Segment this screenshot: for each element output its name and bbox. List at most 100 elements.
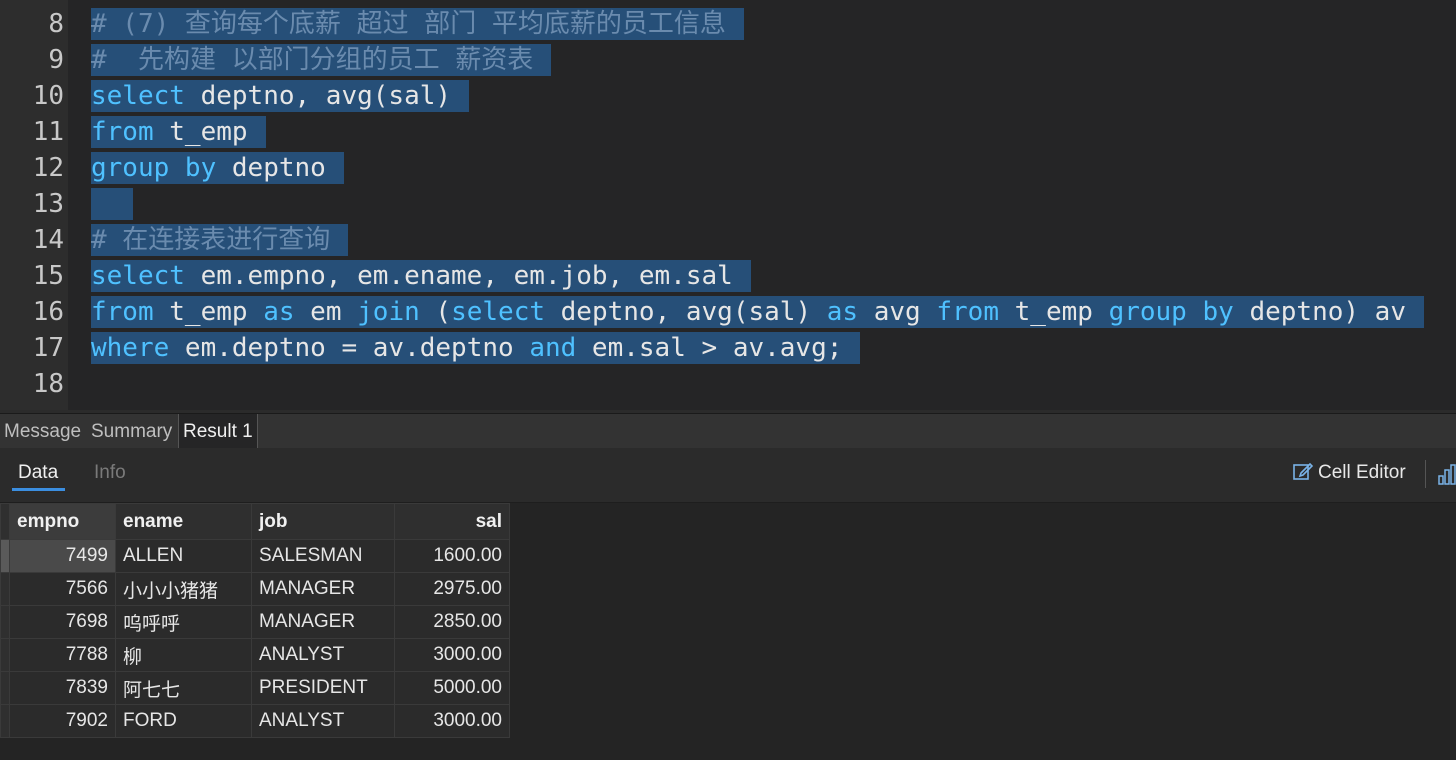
table-row[interactable]: 7499 ALLEN SALESMAN 1600.00 — [0, 539, 510, 573]
line-number: 11 — [32, 117, 64, 147]
row-selector[interactable] — [0, 539, 10, 573]
row-selector[interactable] — [0, 704, 10, 738]
code-text[interactable]: # (7) 查询每个底薪 超过 部门 平均底薪的员工信息 — [91, 8, 744, 40]
sql-editor[interactable]: 8 # (7) 查询每个底薪 超过 部门 平均底薪的员工信息 9 # 先构建 以部门分… — [0, 0, 1456, 410]
code-text[interactable]: from t_emp as em join (select deptno, av… — [91, 296, 1424, 328]
result-tabs: Message Summary Result 1 — [0, 413, 1456, 449]
cell-ename[interactable]: 呜呼呼 — [115, 605, 252, 639]
cell-ename[interactable]: FORD — [115, 704, 252, 738]
cell-ename[interactable]: 阿七七 — [115, 671, 252, 705]
cell-sal[interactable]: 3000.00 — [394, 704, 510, 738]
sql-token: deptno, avg(sal) — [545, 297, 827, 327]
sql-token: t_emp — [998, 297, 1109, 327]
column-header-job[interactable]: job — [251, 503, 395, 540]
cell-sal[interactable]: 5000.00 — [394, 671, 510, 705]
column-header-empno[interactable]: empno — [9, 503, 116, 540]
code-line[interactable]: 9 # 先构建 以部门分组的员工 薪资表 — [0, 42, 1456, 78]
row-selector[interactable] — [0, 605, 10, 639]
subtab-info[interactable]: Info — [94, 462, 126, 484]
cell-sal[interactable]: 1600.00 — [394, 539, 510, 573]
code-text[interactable]: from t_emp — [91, 116, 266, 148]
cell-job[interactable]: ANALYST — [251, 704, 395, 738]
code-line[interactable]: 13 — [0, 186, 1456, 222]
code-line[interactable]: 14 # 在连接表进行查询 — [0, 222, 1456, 258]
sql-comment: # (7) 查询每个底薪 超过 部门 平均底薪的员工信息 — [91, 9, 726, 39]
table-row[interactable]: 7698 呜呼呼 MANAGER 2850.00 — [0, 605, 510, 639]
code-line[interactable]: 16 from t_emp as em join (select deptno, … — [0, 294, 1456, 330]
cell-job[interactable]: PRESIDENT — [251, 671, 395, 705]
result-table: empno ename job sal 7499 ALLEN SALESMAN … — [0, 503, 510, 738]
tab-result-1[interactable]: Result 1 — [178, 414, 258, 449]
cell-ename[interactable]: ALLEN — [115, 539, 252, 573]
table-row[interactable]: 7788 柳 ANALYST 3000.00 — [0, 638, 510, 672]
tab-message[interactable]: Message — [0, 414, 85, 448]
result-grid[interactable]: empno ename job sal 7499 ALLEN SALESMAN … — [0, 503, 1456, 760]
table-header-row: empno ename job sal — [0, 503, 510, 540]
row-selector[interactable] — [0, 638, 10, 672]
line-number: 14 — [32, 225, 64, 255]
subtab-data[interactable]: Data — [18, 462, 58, 484]
sql-keyword: from — [91, 297, 154, 327]
sql-token: deptno, avg(sal) — [184, 81, 452, 111]
cell-job[interactable]: MANAGER — [251, 605, 395, 639]
cell-ename[interactable]: 小小小猪猪 — [115, 572, 252, 606]
sql-keyword: group by — [91, 153, 217, 183]
cell-empno[interactable]: 7698 — [9, 605, 116, 639]
code-text[interactable] — [91, 188, 133, 220]
cell-editor-button[interactable]: Cell Editor — [1292, 460, 1406, 484]
sql-token: deptno) av — [1233, 297, 1406, 327]
table-row[interactable]: 7839 阿七七 PRESIDENT 5000.00 — [0, 671, 510, 705]
sql-keyword: select — [91, 261, 185, 291]
sql-token: avg — [858, 297, 937, 327]
code-text[interactable]: # 先构建 以部门分组的员工 薪资表 — [91, 44, 552, 76]
code-text[interactable]: group by deptno — [91, 152, 344, 184]
code-line[interactable]: 15 select em.empno, em.ename, em.job, em.… — [0, 258, 1456, 294]
sql-token: ( — [419, 297, 452, 327]
table-row[interactable]: 7902 FORD ANALYST 3000.00 — [0, 704, 510, 738]
code-line[interactable]: 10 select deptno, avg(sal) — [0, 78, 1456, 114]
tab-summary[interactable]: Summary — [87, 414, 176, 448]
line-number: 12 — [32, 153, 64, 183]
cell-job[interactable]: SALESMAN — [251, 539, 395, 573]
sql-keyword: where — [91, 333, 170, 363]
code-text[interactable]: where em.deptno = av.deptno and em.sal >… — [91, 332, 861, 364]
cell-job[interactable]: MANAGER — [251, 572, 395, 606]
code-text[interactable]: # 在连接表进行查询 — [91, 224, 349, 256]
column-header-sal[interactable]: sal — [394, 503, 510, 540]
cell-job[interactable]: ANALYST — [251, 638, 395, 672]
code-line[interactable]: 12 group by deptno — [0, 150, 1456, 186]
toolbar-divider — [1425, 460, 1426, 488]
cell-empno[interactable]: 7788 — [9, 638, 116, 672]
cell-ename[interactable]: 柳 — [115, 638, 252, 672]
cell-sal[interactable]: 3000.00 — [394, 638, 510, 672]
column-header-ename[interactable]: ename — [115, 503, 252, 540]
row-selector-header[interactable] — [0, 503, 10, 540]
cell-sal[interactable]: 2850.00 — [394, 605, 510, 639]
code-text[interactable]: select deptno, avg(sal) — [91, 80, 470, 112]
code-line[interactable]: 18 — [0, 366, 1456, 402]
cell-empno[interactable]: 7566 — [9, 572, 116, 606]
sql-token: t_emp — [153, 117, 248, 147]
row-selector[interactable] — [0, 572, 10, 606]
code-line[interactable]: 8 # (7) 查询每个底薪 超过 部门 平均底薪的员工信息 — [0, 6, 1456, 42]
cell-empno[interactable]: 7902 — [9, 704, 116, 738]
line-number: 8 — [48, 9, 64, 39]
line-number: 10 — [32, 81, 64, 111]
row-selector[interactable] — [0, 671, 10, 705]
cell-empno[interactable]: 7839 — [9, 671, 116, 705]
sql-comment: # 在连接表进行查询 — [91, 225, 331, 255]
cell-sal[interactable]: 2975.00 — [394, 572, 510, 606]
result-toolbar: Data Info Cell Editor — [0, 448, 1456, 503]
code-line[interactable]: 17 where em.deptno = av.deptno and em.sal… — [0, 330, 1456, 366]
code-text[interactable]: select em.empno, em.ename, em.job, em.sa… — [91, 260, 751, 292]
line-number: 15 — [32, 261, 64, 291]
sql-token: em.sal > av.avg; — [576, 333, 843, 363]
chart-icon[interactable] — [1438, 462, 1456, 486]
sql-keyword: join — [357, 297, 420, 327]
line-number: 13 — [32, 189, 64, 219]
cell-empno[interactable]: 7499 — [9, 539, 116, 573]
edit-icon — [1293, 462, 1314, 480]
sql-token: em.empno, em.ename, em.job, em.sal — [184, 261, 733, 291]
table-row[interactable]: 7566 小小小猪猪 MANAGER 2975.00 — [0, 572, 510, 606]
code-line[interactable]: 11 from t_emp — [0, 114, 1456, 150]
